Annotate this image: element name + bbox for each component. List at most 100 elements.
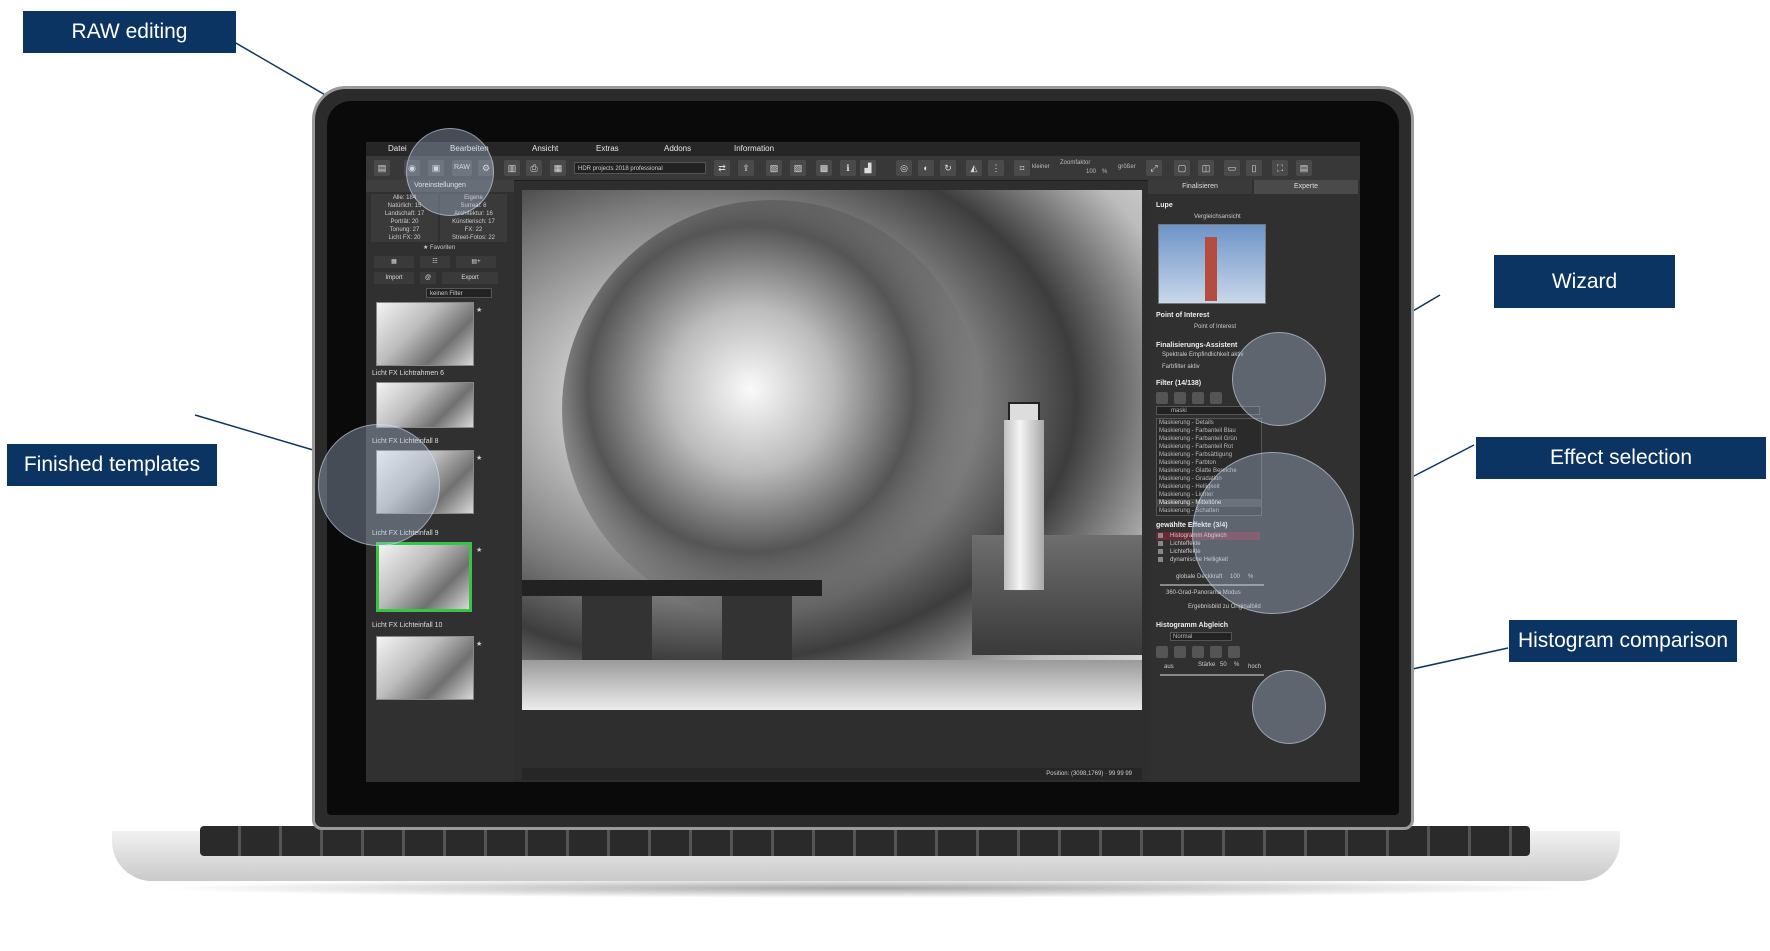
rotate-icon[interactable]: ↻	[940, 160, 956, 176]
filter-category-icon[interactable]	[1192, 392, 1204, 404]
view-list-icon[interactable]: ☷	[420, 256, 450, 268]
highlight-effects	[1192, 452, 1354, 614]
import-button[interactable]: Import	[374, 272, 414, 284]
favorites-label[interactable]: ★ Favoriten	[370, 244, 508, 252]
filter-category-icon[interactable]	[1156, 392, 1168, 404]
preset-thumbnail[interactable]	[376, 302, 474, 366]
projects-icon[interactable]: ▦	[550, 160, 566, 176]
list-item[interactable]: Maskierung - Farbanteil Blau	[1157, 427, 1261, 435]
view-grid-icon[interactable]: ▦	[374, 256, 414, 268]
view-side-icon[interactable]: ▯	[1246, 160, 1262, 176]
status-bar: Position: (3098,1769) · 99 99 99	[522, 768, 1142, 780]
view-split-icon[interactable]: ◫	[1198, 160, 1214, 176]
fullscreen-icon[interactable]: ⛶	[1272, 160, 1288, 176]
filter-category-icon[interactable]	[1174, 392, 1186, 404]
highlight-raw	[406, 128, 494, 216]
histogram-option-icon[interactable]	[1192, 646, 1204, 658]
main-image-canvas[interactable]	[522, 190, 1142, 710]
list-item[interactable]: Maskierung - Farbanteil Rot	[1157, 443, 1261, 451]
histogram-mode-select[interactable]: Normal	[1170, 632, 1232, 641]
category-street[interactable]: Street-Fotos: 22	[440, 234, 507, 242]
wizard-colorfilter[interactable]: Farbfilter aktiv	[1162, 364, 1200, 370]
at-sign-icon[interactable]: @	[420, 272, 436, 284]
view-single-icon[interactable]: ▢	[1174, 160, 1190, 176]
loupe-title: Lupe	[1156, 202, 1173, 209]
favorite-star-icon[interactable]: ★	[476, 640, 482, 648]
zoom-larger-label: größer	[1118, 164, 1136, 170]
print-icon[interactable]: ⎙	[526, 160, 542, 176]
zoom-fit-icon[interactable]: ⤢	[1146, 160, 1162, 176]
panel-toggle-icon[interactable]: ▤	[1296, 160, 1312, 176]
save-icon[interactable]: ▥	[504, 160, 520, 176]
preset-filter-select[interactable]: keinen Filter	[426, 288, 492, 298]
project-preset-select[interactable]: HDR projects 2018 professional	[574, 162, 706, 174]
preset-thumbnail[interactable]	[376, 382, 474, 428]
histogram-icon-row	[1156, 646, 1240, 658]
zoom-unit: %	[1102, 169, 1108, 175]
strength-value[interactable]: 50	[1220, 662, 1227, 668]
lighthouse-lantern	[1008, 402, 1040, 422]
batch-icon[interactable]: ⇄	[714, 160, 730, 176]
zoom-value[interactable]: 100	[1086, 169, 1096, 175]
tab-expert[interactable]: Experte	[1254, 180, 1358, 194]
main-toolbar: ▤ ◉ ▣ RAW ⚙ ▥ ⎙ ▦ HDR projects 2018 prof…	[366, 156, 1360, 181]
category-portrait[interactable]: Porträt: 20	[371, 218, 438, 226]
callout-raw-editing: RAW editing	[23, 11, 236, 53]
histogram-option-icon[interactable]	[1156, 646, 1168, 658]
mirror-icon[interactable]: ◭	[966, 160, 982, 176]
tab-finalize[interactable]: Finalisieren	[1148, 180, 1252, 194]
info-icon[interactable]: ℹ	[840, 160, 856, 176]
add-preset-icon[interactable]: ▤+	[456, 256, 496, 268]
menu-ansicht[interactable]: Ansicht	[532, 144, 558, 153]
histogram-option-icon[interactable]	[1228, 646, 1240, 658]
view-compare-icon[interactable]: ▭	[1224, 160, 1240, 176]
filter-category-icon[interactable]	[1210, 392, 1222, 404]
sea	[522, 660, 1142, 710]
list-item[interactable]: Maskierung - Details	[1157, 419, 1261, 427]
histogram-title: Histogramm Abgleich	[1156, 622, 1229, 629]
menu-extras[interactable]: Extras	[596, 144, 619, 153]
preset-thumbnail-selected[interactable]	[376, 542, 472, 612]
new-file-icon[interactable]: ▤	[374, 160, 390, 176]
export-button[interactable]: Export	[442, 272, 498, 284]
laptop-keyboard	[200, 826, 1530, 856]
tools-icon[interactable]: ▩	[816, 160, 832, 176]
category-fx[interactable]: FX: 22	[440, 226, 507, 234]
laptop-shadow	[150, 878, 1580, 898]
list-item[interactable]: Maskierung - Farbanteil Grün	[1157, 435, 1261, 443]
category-landscape[interactable]: Landschaft: 17	[371, 210, 438, 218]
preset-thumbnail[interactable]	[376, 636, 474, 700]
compare-icon[interactable]: ◐	[918, 160, 934, 176]
menu-information[interactable]: Information	[734, 144, 774, 153]
strength-slider[interactable]	[1160, 674, 1264, 676]
bookmark-icon[interactable]: ▧	[766, 160, 782, 176]
histogram-icon[interactable]: ▟	[860, 160, 876, 176]
wave-spray	[562, 200, 982, 620]
eye-icon[interactable]: ◎	[896, 160, 912, 176]
favorite-star-icon[interactable]: ★	[476, 306, 482, 314]
poi-button[interactable]: Point of Interest	[1194, 324, 1236, 330]
callout-finished-templates: Finished templates	[7, 444, 217, 486]
callout-wizard: Wizard	[1494, 255, 1675, 308]
wizard-spectral[interactable]: Spektrale Empfindlichkeit aktiv	[1162, 352, 1243, 358]
crop-icon[interactable]: ⌗	[1014, 160, 1030, 176]
category-artistic[interactable]: Künstlerisch: 17	[440, 218, 507, 226]
export-icon[interactable]: ⇪	[738, 160, 754, 176]
histogram-option-icon[interactable]	[1174, 646, 1186, 658]
favorite-star-icon[interactable]: ★	[476, 454, 482, 462]
share-icon[interactable]: ▨	[790, 160, 806, 176]
compare-view-label[interactable]: Vergleichsansicht	[1194, 214, 1241, 220]
menu-datei[interactable]: Datei	[388, 144, 407, 153]
more-icon[interactable]: ⋮	[988, 160, 1004, 176]
zoom-label: Zoomfaktor	[1060, 160, 1091, 166]
pier-bridge	[522, 580, 822, 596]
category-toning[interactable]: Tonung: 27	[371, 226, 438, 234]
favorite-star-icon[interactable]: ★	[476, 546, 482, 554]
filter-category-row	[1156, 392, 1222, 404]
category-light-fx[interactable]: Licht FX: 20	[371, 234, 438, 242]
menu-addons[interactable]: Addons	[664, 144, 691, 153]
preset-label: Licht FX Lichtrahmen 6	[372, 370, 444, 377]
loupe-preview	[1158, 224, 1266, 304]
histogram-option-icon[interactable]	[1210, 646, 1222, 658]
preset-label: Licht FX Lichteinfall 10	[372, 622, 443, 629]
